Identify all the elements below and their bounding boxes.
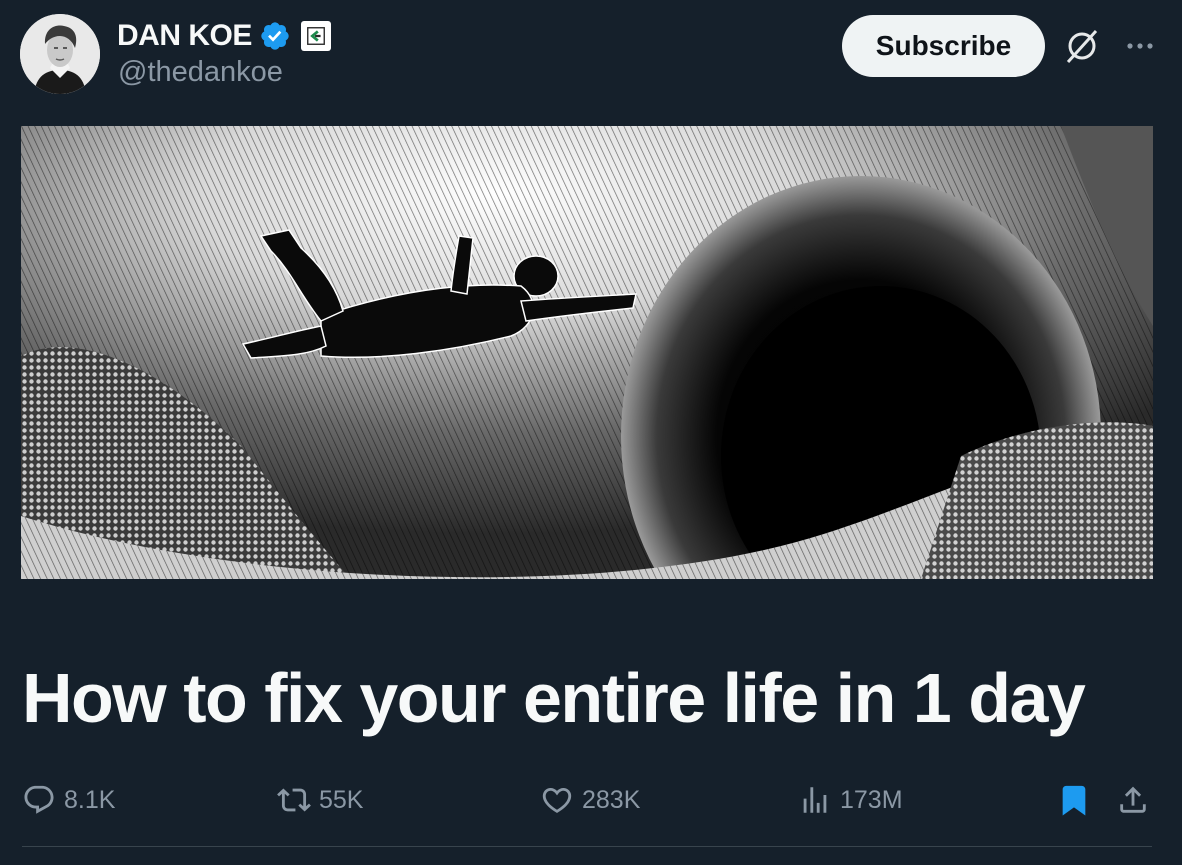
reply-button[interactable]: 8.1K [22,778,115,822]
reply-icon [24,785,54,814]
repost-count: 55K [319,785,364,814]
bookmark-filled-icon [1062,785,1086,816]
display-name[interactable]: DAN KOE [117,19,252,53]
like-button[interactable]: 283K [540,778,640,822]
avatar-portrait-icon [20,14,100,94]
view-count: 173M [840,785,903,814]
views-button[interactable]: 173M [798,778,903,822]
more-icon [1127,43,1153,49]
divider [22,846,1152,847]
cover-illustration [21,126,1153,579]
repost-button[interactable]: 55K [277,778,363,822]
share-button[interactable] [1116,778,1150,822]
like-count: 283K [582,785,641,814]
user-handle[interactable]: @thedankoe [118,56,283,89]
grok-icon[interactable] [1062,26,1102,66]
views-icon [803,787,827,813]
more-options-button[interactable] [1120,26,1160,66]
article-cover-image[interactable] [21,126,1153,579]
subscribe-button[interactable]: Subscribe [842,15,1045,77]
share-icon [1120,786,1146,813]
name-row: DAN KOE [117,16,331,56]
affiliate-badge-icon[interactable] [300,21,331,51]
repost-icon [277,788,311,812]
heart-icon [542,787,572,813]
action-bar: 8.1K 55K 283K 173M [22,778,1152,822]
reply-count: 8.1K [64,785,116,814]
affiliate-logo-icon [306,27,325,45]
verified-badge-icon[interactable] [259,20,291,52]
bookmark-button[interactable] [1057,778,1091,822]
post-header: DAN KOE @thedankoe Subscribe [20,14,1162,96]
article-title[interactable]: How to fix your entire life in 1 day [22,658,1086,738]
avatar[interactable] [20,14,100,94]
